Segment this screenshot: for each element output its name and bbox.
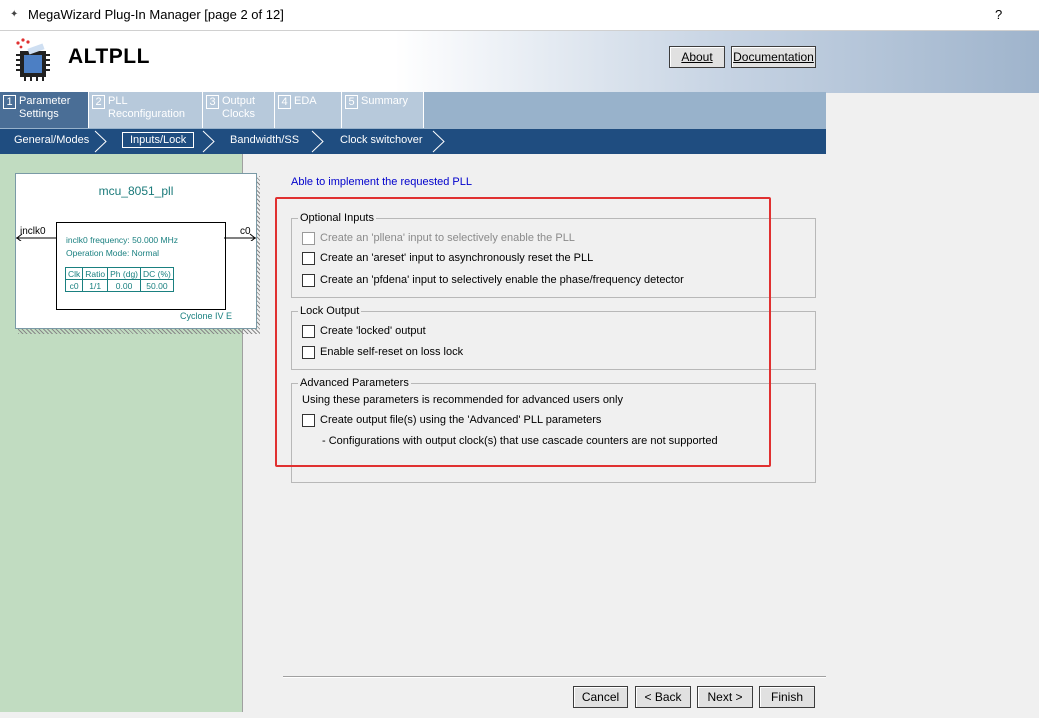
tab-parameter-settings[interactable]: 1 Parameter Settings — [0, 92, 89, 128]
tab-number: 5 — [345, 95, 358, 109]
tab-label-line2: Settings — [19, 108, 59, 120]
tab-number: 1 — [3, 95, 16, 109]
step-bar: General/Modes Inputs/Lock Bandwidth/SS C… — [0, 129, 826, 154]
tab-label: PLL Reconfiguration — [108, 95, 185, 121]
window-title: MegaWizard Plug-In Manager [page 2 of 12… — [28, 7, 284, 22]
table-cell: 0.00 — [107, 279, 141, 292]
tab-label: Parameter Settings — [19, 95, 70, 121]
cancel-button[interactable]: Cancel — [573, 686, 628, 708]
footer-separator — [283, 676, 826, 678]
chevron-right-icon — [94, 130, 107, 153]
tab-label-line1: PLL — [108, 95, 128, 107]
chevron-right-icon — [311, 130, 324, 153]
documentation-button-label: Documentation — [733, 50, 814, 64]
header-banner: ALTPLL About Documentation — [0, 30, 1039, 93]
tab-label: EDA — [294, 95, 317, 107]
table-header: Ph (dg) — [107, 267, 141, 280]
table-cell: 50.00 — [140, 279, 174, 292]
pll-block-diagram: mcu_8051_pll inclk0 c0 inclk0 frequency:… — [15, 173, 257, 329]
tab-number: 3 — [206, 95, 219, 109]
input-arrow-icon — [16, 233, 56, 241]
table-header: DC (%) — [140, 267, 174, 280]
about-button[interactable]: About — [669, 46, 725, 68]
chevron-right-icon — [432, 130, 445, 153]
diagram-title: mcu_8051_pll — [98, 184, 174, 198]
back-button[interactable]: < Back — [635, 686, 691, 708]
table-header: Ratio — [82, 267, 109, 280]
tab-eda[interactable]: 4 EDA — [275, 92, 342, 128]
tab-label: Output Clocks — [222, 95, 255, 121]
status-message: Able to implement the requested PLL — [291, 176, 473, 188]
step-general-modes[interactable]: General/Modes — [14, 134, 89, 146]
tab-label-line1: Parameter — [19, 95, 71, 107]
frequency-text: inclk0 frequency: 50.000 MHz — [66, 235, 178, 245]
tab-label-line2: Reconfiguration — [108, 108, 186, 120]
operation-mode-text: Operation Mode: Normal — [66, 248, 160, 258]
help-button[interactable]: ? — [995, 7, 1002, 22]
tab-label: Summary — [361, 95, 409, 107]
app-icon: ✦ — [10, 9, 19, 20]
app-title: ALTPLL — [68, 45, 150, 68]
table-cell: 1/1 — [82, 279, 109, 292]
output-arrow-icon — [224, 233, 256, 241]
tab-output-clocks[interactable]: 3 Output Clocks — [203, 92, 275, 128]
step-bandwidth-ss[interactable]: Bandwidth/SS — [230, 134, 299, 146]
tab-pll-reconfiguration[interactable]: 2 PLL Reconfiguration — [89, 92, 203, 128]
about-button-label: About — [681, 50, 713, 64]
title-bar: ✦ MegaWizard Plug-In Manager [page 2 of … — [0, 0, 1039, 30]
table-header-row: Clk Ratio Ph (dg) DC (%) — [64, 267, 174, 280]
altpll-logo-icon — [16, 38, 50, 81]
step-inputs-lock[interactable]: Inputs/Lock — [122, 132, 195, 148]
pll-inner-box: inclk0 frequency: 50.000 MHz Operation M… — [56, 222, 226, 310]
table-cell: c0 — [64, 279, 84, 292]
documentation-button[interactable]: Documentation — [731, 46, 816, 68]
device-family-label: Cyclone IV E — [180, 311, 233, 321]
tab-summary[interactable]: 5 Summary — [342, 92, 424, 128]
tab-label-line2: Clocks — [222, 108, 256, 120]
finish-button[interactable]: Finish — [759, 686, 815, 708]
chevron-right-icon — [202, 130, 215, 153]
table-row: c0 1/1 0.00 50.00 — [64, 279, 174, 292]
tab-number: 2 — [92, 95, 105, 109]
table-header: Clk — [64, 267, 84, 280]
tab-label-line1: Output — [222, 95, 256, 107]
next-button[interactable]: Next > — [697, 686, 753, 708]
step-clock-switchover[interactable]: Clock switchover — [340, 134, 423, 146]
tab-number: 4 — [278, 95, 291, 109]
highlight-box — [275, 197, 771, 467]
clock-table: Clk Ratio Ph (dg) DC (%) c0 1/1 0.00 50.… — [64, 267, 174, 292]
tab-bar: 1 Parameter Settings 2 PLL Reconfiguration… — [0, 92, 826, 129]
